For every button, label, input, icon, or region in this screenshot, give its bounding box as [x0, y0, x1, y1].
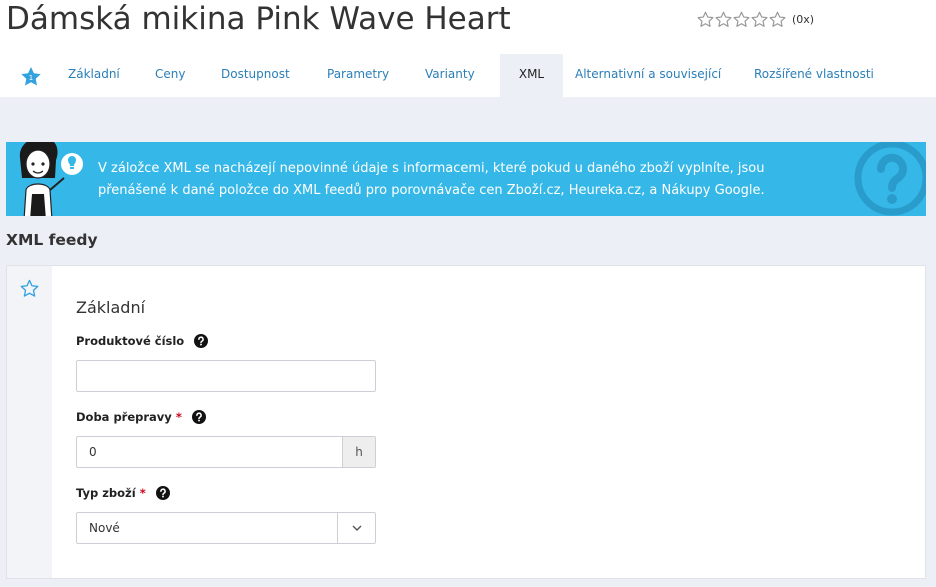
mascot-illustration-icon [19, 142, 83, 216]
tab-xml[interactable]: XML [500, 54, 563, 97]
page-title: Dámská mikina Pink Wave Heart [6, 1, 511, 37]
chevron-down-icon[interactable] [337, 513, 375, 543]
tab-ceny[interactable]: Ceny [155, 54, 185, 97]
star-outline-icon[interactable] [769, 11, 786, 28]
star-outline-icon[interactable] [751, 11, 768, 28]
svg-text:1: 1 [29, 74, 33, 82]
product-number-label: Produktové číslo [76, 334, 209, 348]
tab-bar: 1 Základní Ceny Dostupnost Parametry Var… [0, 54, 936, 97]
favorite-star-icon[interactable]: 1 [20, 66, 42, 88]
product-number-label-text: Produktové číslo [76, 334, 185, 348]
star-outline-icon[interactable] [697, 11, 714, 28]
info-text-line-2: přenášené k dané položce do XML feedů pr… [98, 183, 765, 198]
goods-type-selected-value: Nové [89, 521, 120, 535]
delivery-time-input[interactable]: 0 [77, 437, 342, 467]
required-mark: * [175, 410, 182, 424]
rating-widget[interactable]: (0x) [697, 11, 814, 28]
tab-alternativni[interactable]: Alternativní a související [575, 54, 721, 97]
product-number-input[interactable] [76, 360, 376, 392]
help-icon[interactable] [194, 334, 209, 348]
tab-zakladni[interactable]: Základní [68, 54, 120, 97]
tab-parametry[interactable]: Parametry [327, 54, 389, 97]
tab-varianty[interactable]: Varianty [425, 54, 475, 97]
page-header: Dámská mikina Pink Wave Heart (0x) 1 Zák… [0, 0, 936, 97]
info-banner: V záložce XML se nacházejí nepovinné úda… [6, 142, 926, 216]
xml-feeds-card: Základní Produktové číslo Doba přepravy … [6, 265, 926, 579]
question-mark-icon [854, 142, 926, 216]
card-sidebar [7, 266, 52, 578]
goods-type-label: Typ zboží * [76, 486, 170, 500]
goods-type-select[interactable]: Nové [76, 512, 376, 544]
card-heading: Základní [76, 298, 146, 317]
star-outline-icon[interactable] [715, 11, 732, 28]
delivery-time-unit: h [342, 437, 375, 467]
help-icon[interactable] [155, 486, 170, 500]
delivery-time-label-text: Doba přepravy [76, 410, 172, 424]
tab-rozsirene[interactable]: Rozšířené vlastnosti [754, 54, 874, 97]
tab-dostupnost[interactable]: Dostupnost [221, 54, 290, 97]
info-text: V záložce XML se nacházejí nepovinné úda… [98, 158, 798, 202]
star-outline-icon[interactable] [733, 11, 750, 28]
required-mark: * [139, 486, 146, 500]
delivery-time-label: Doba přepravy * [76, 410, 206, 424]
section-title: XML feedy [6, 231, 98, 249]
goods-type-label-text: Typ zboží [76, 486, 136, 500]
delivery-time-field[interactable]: 0 h [76, 436, 376, 468]
info-text-line-1: V záložce XML se nacházejí nepovinné úda… [98, 161, 765, 176]
help-icon[interactable] [191, 410, 206, 424]
star-outline-icon[interactable] [20, 279, 39, 298]
rating-count: (0x) [792, 13, 815, 26]
